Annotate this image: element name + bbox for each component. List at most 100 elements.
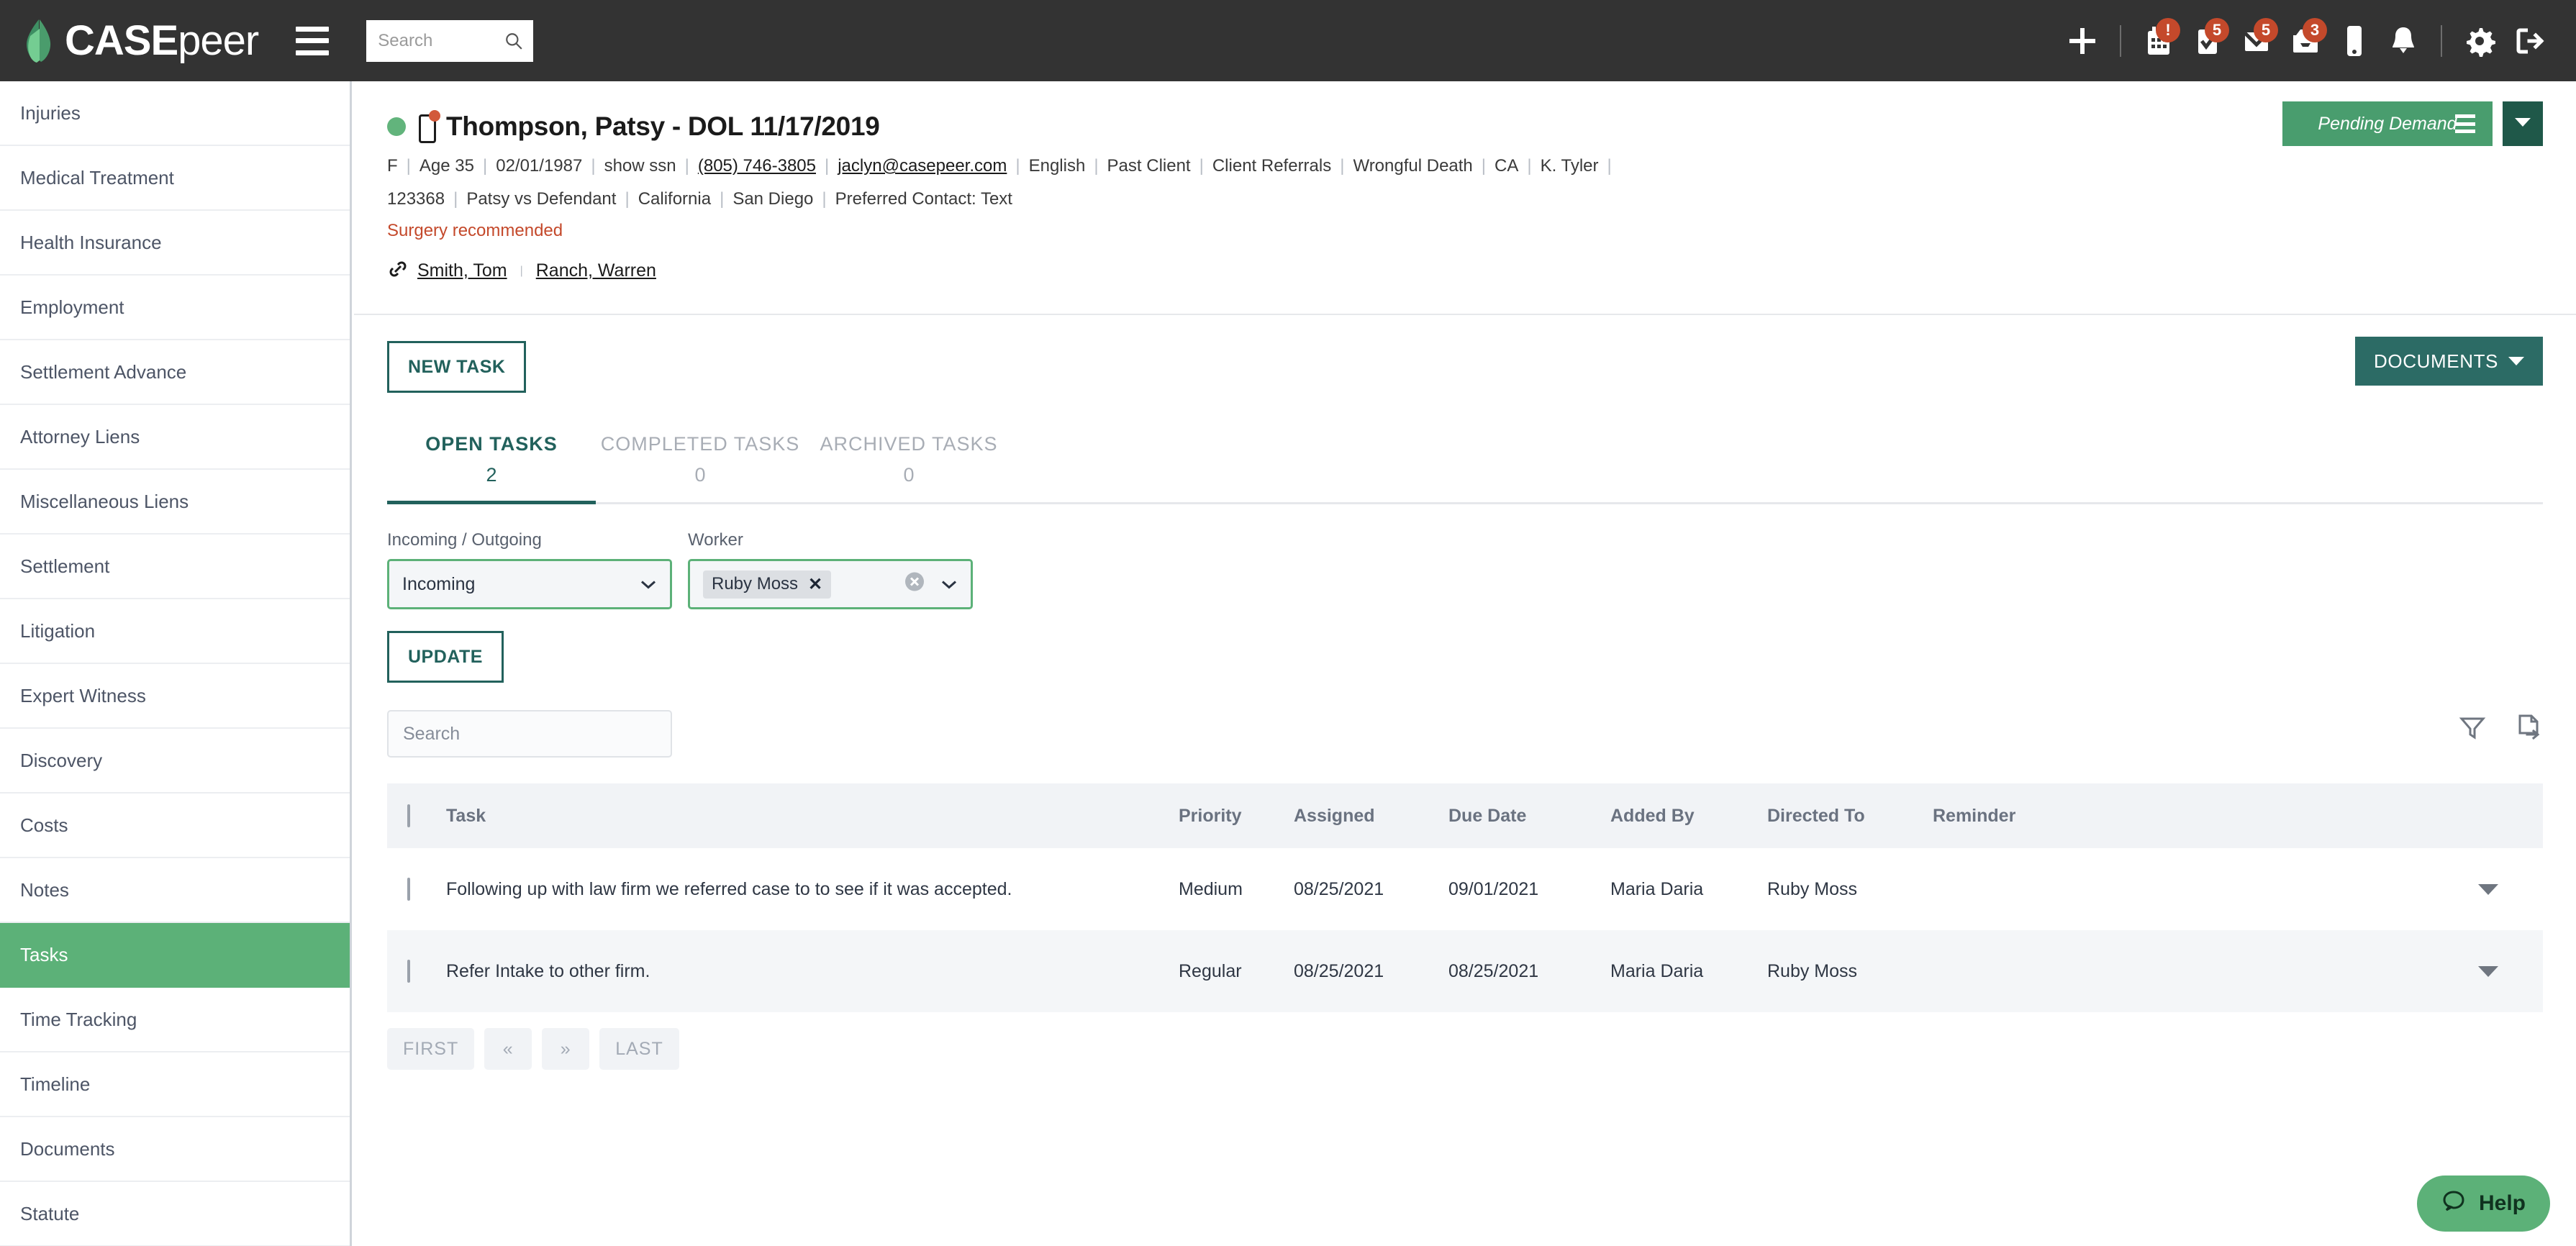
sidebar-item-label: Costs (20, 814, 68, 836)
sidebar-item-health-insurance[interactable]: Health Insurance (0, 211, 350, 276)
row-checkbox-cell[interactable] (387, 877, 446, 901)
select-all-checkbox[interactable] (407, 804, 410, 827)
case-status-dropdown-button[interactable] (2503, 101, 2543, 146)
file-export-icon[interactable] (2514, 713, 2543, 745)
page-title: Thompson, Patsy - DOL 11/17/2019 (446, 112, 880, 141)
sidebar-item-timeline[interactable]: Timeline (0, 1052, 350, 1117)
divider: | (1015, 156, 1020, 176)
column-header-assigned[interactable]: Assigned (1294, 806, 1448, 827)
hamburger-menu-icon[interactable] (296, 26, 330, 55)
select-all-checkbox-cell[interactable] (387, 804, 446, 827)
table-row[interactable]: Following up with law firm we referred c… (387, 848, 2543, 930)
sidebar-item-label: Litigation (20, 619, 96, 642)
sidebar-item-notes[interactable]: Notes (0, 858, 350, 923)
case-sidebar[interactable]: Injuries Medical Treatment Health Insuranc… (0, 81, 352, 1246)
column-header-task[interactable]: Task (446, 806, 1179, 827)
sidebar-item-costs[interactable]: Costs (0, 793, 350, 858)
tasks-tabs[interactable]: OPEN TASKS 2 COMPLETED TASKS 0 ARCHIVED TASK… (387, 419, 2543, 504)
search-icon[interactable] (504, 32, 523, 54)
sidebar-item-tasks[interactable]: Tasks (0, 923, 350, 988)
envelope-icon[interactable]: 5 (2232, 17, 2281, 65)
column-header-reminder[interactable]: Reminder (1933, 806, 2141, 827)
table-row[interactable]: Refer Intake to other firm. Regular 08/25/… (387, 930, 2543, 1012)
search-input[interactable] (376, 29, 503, 52)
calendar-icon[interactable]: ! (2134, 17, 2183, 65)
gear-icon[interactable] (2455, 17, 2504, 65)
sidebar-item-label: Time Tracking (20, 1008, 137, 1030)
leaf-logo-icon (22, 19, 55, 63)
sidebar-item-litigation[interactable]: Litigation (0, 599, 350, 664)
global-search[interactable] (366, 19, 534, 62)
inbox-icon[interactable]: 3 (2281, 17, 2330, 65)
close-x-icon[interactable]: ✕ (808, 574, 822, 595)
pagination-first[interactable]: FIRST (387, 1028, 475, 1070)
cell-priority: Medium (1179, 878, 1243, 899)
sidebar-item-label: Health Insurance (20, 231, 162, 253)
sidebar-item-documents[interactable]: Documents (0, 1117, 350, 1182)
tasks-toolbar: NEW TASK DOCUMENTS (354, 314, 2576, 419)
chevron-down-icon[interactable] (2478, 883, 2498, 895)
sidebar-item-miscellaneous-liens[interactable]: Miscellaneous Liens (0, 470, 350, 535)
worker-select[interactable]: Ruby Moss ✕ (688, 559, 973, 609)
hamburger-menu-icon[interactable] (2455, 114, 2475, 133)
plus-icon[interactable] (2058, 17, 2107, 65)
top-bar-actions: ! 5 5 3 (2058, 17, 2553, 65)
tab-completed-tasks[interactable]: COMPLETED TASKS 0 (596, 419, 804, 502)
tab-archived-tasks[interactable]: ARCHIVED TASKS 0 (804, 419, 1013, 502)
pagination-last[interactable]: LAST (599, 1028, 679, 1070)
case-header: Pending Demand Thompson, Patsy - DOL 11/… (354, 81, 2576, 283)
column-header-directed-to[interactable]: Directed To (1767, 806, 1933, 827)
task-check-icon[interactable]: 5 (2183, 17, 2232, 65)
column-header-added-by[interactable]: Added By (1610, 806, 1767, 827)
linked-contact-link[interactable]: Smith, Tom (417, 260, 507, 281)
logout-icon[interactable] (2504, 17, 2553, 65)
row-checkbox[interactable] (407, 877, 410, 901)
divider: | (520, 264, 523, 277)
pagination-next[interactable]: » (542, 1028, 590, 1070)
documents-button[interactable]: DOCUMENTS (2355, 337, 2543, 386)
sidebar-item-attorney-liens[interactable]: Attorney Liens (0, 405, 350, 470)
column-header-priority[interactable]: Priority (1179, 806, 1294, 827)
sidebar-item-label: Expert Witness (20, 684, 146, 706)
sidebar-item-time-tracking[interactable]: Time Tracking (0, 988, 350, 1052)
divider: | (406, 156, 411, 176)
mobile-phone-icon[interactable] (2330, 17, 2379, 65)
worker-chip[interactable]: Ruby Moss ✕ (703, 570, 832, 599)
sidebar-item-settlement-advance[interactable]: Settlement Advance (0, 340, 350, 405)
sidebar-item-statute[interactable]: Statute (0, 1182, 350, 1246)
table-search[interactable] (387, 710, 672, 758)
meta-value: Client Referrals (1212, 156, 1332, 176)
case-status-button[interactable]: Pending Demand (2282, 101, 2493, 146)
new-task-button[interactable]: NEW TASK (387, 341, 527, 393)
sidebar-item-injuries[interactable]: Injuries (0, 81, 350, 146)
incoming-outgoing-select[interactable]: Incoming (387, 559, 672, 609)
meta-link[interactable]: jaclyn@casepeer.com (838, 156, 1007, 176)
clear-circle-icon[interactable] (904, 572, 925, 597)
cell-due-date: 08/25/2021 (1448, 960, 1539, 981)
pagination-prev[interactable]: « (484, 1028, 532, 1070)
sidebar-item-expert-witness[interactable]: Expert Witness (0, 664, 350, 729)
sidebar-item-medical-treatment[interactable]: Medical Treatment (0, 146, 350, 211)
help-button[interactable]: Help (2416, 1175, 2550, 1232)
sidebar-item-employment[interactable]: Employment (0, 276, 350, 340)
tab-open-tasks[interactable]: OPEN TASKS 2 (387, 419, 596, 502)
documents-button-label: DOCUMENTS (2374, 350, 2498, 372)
sidebar-item-discovery[interactable]: Discovery (0, 729, 350, 793)
sidebar-item-label: Statute (20, 1202, 80, 1224)
sidebar-item-settlement[interactable]: Settlement (0, 535, 350, 599)
funnel-filter-icon[interactable] (2458, 713, 2487, 745)
sidebar-item-label: Attorney Liens (20, 425, 140, 447)
column-header-due-date[interactable]: Due Date (1448, 806, 1610, 827)
brand-name-peer: peer (178, 17, 259, 64)
cell-task: Refer Intake to other firm. (446, 960, 650, 981)
bell-icon[interactable] (2379, 17, 2428, 65)
divider: | (1607, 156, 1612, 176)
table-search-input[interactable] (402, 722, 658, 745)
chevron-down-icon[interactable] (2478, 965, 2498, 977)
brand-logo[interactable]: CASEpeer (22, 17, 259, 64)
row-checkbox-cell[interactable] (387, 959, 446, 983)
update-button[interactable]: UPDATE (387, 631, 504, 683)
row-checkbox[interactable] (407, 959, 410, 983)
linked-contact-link[interactable]: Ranch, Warren (536, 260, 656, 281)
meta-link[interactable]: (805) 746-3805 (698, 156, 816, 176)
